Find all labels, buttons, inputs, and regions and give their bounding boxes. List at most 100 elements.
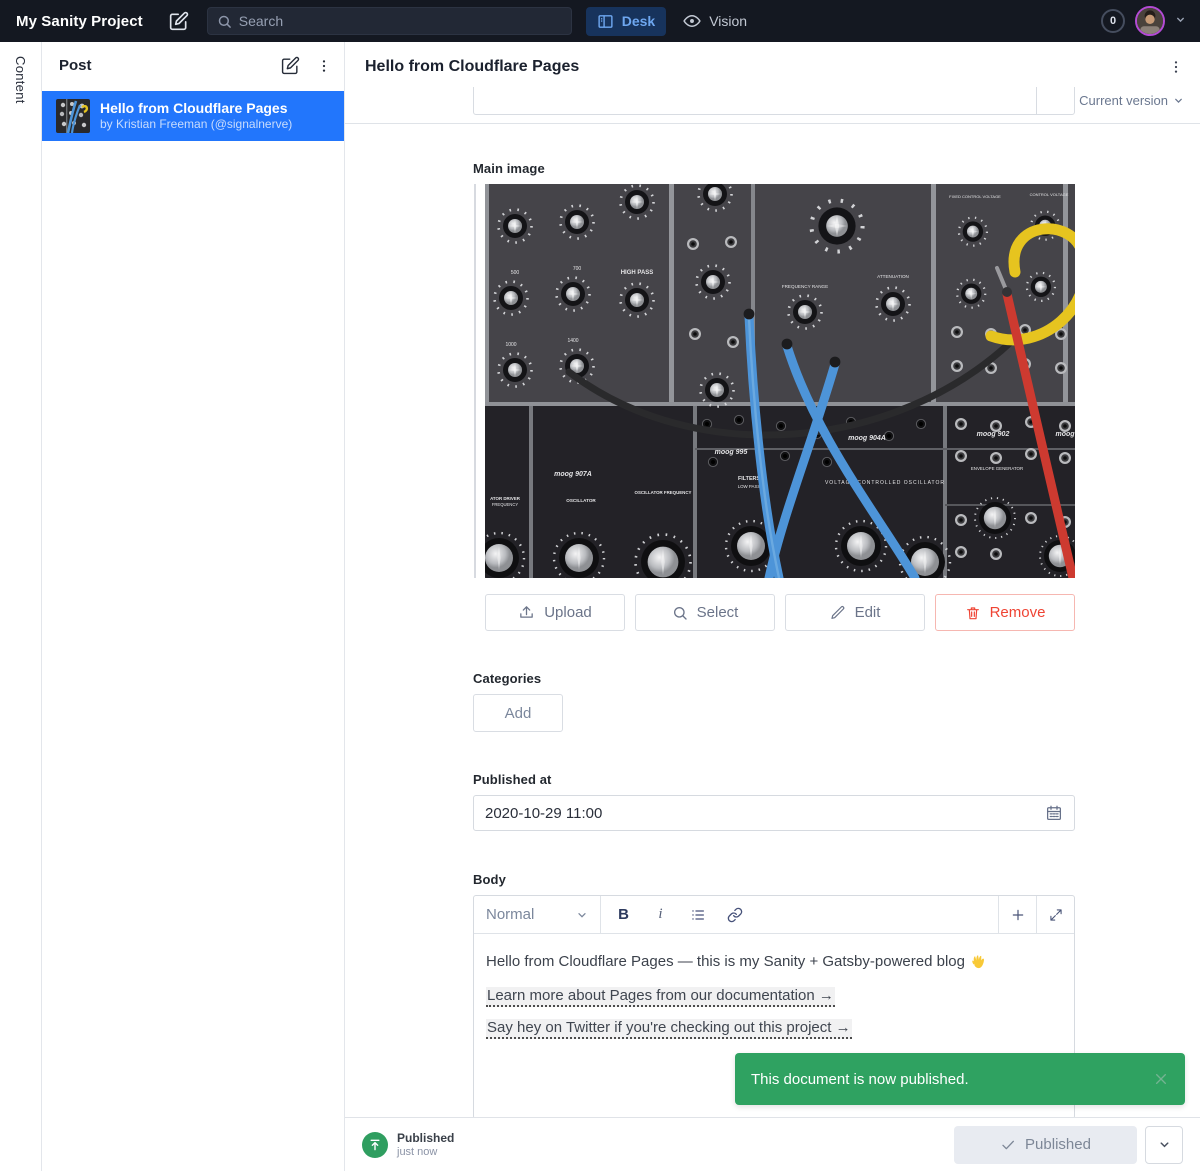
svg-text:moog 904A: moog 904A (848, 435, 886, 442)
svg-text:700: 700 (573, 266, 582, 272)
document-title: Hello from Cloudflare Pages (365, 58, 579, 76)
tool-rail: Content (0, 42, 42, 1171)
bullet-list-button[interactable] (681, 900, 714, 930)
svg-text:FREQUENCY RANGE: FREQUENCY RANGE (782, 284, 828, 289)
document-header: Hello from Cloudflare Pages Current vers… (345, 42, 1200, 124)
tab-desk[interactable]: Desk (586, 7, 666, 36)
post-item-title: Hello from Cloudflare Pages (100, 100, 292, 117)
trash-icon (965, 605, 981, 621)
svg-text:FREQUENCY: FREQUENCY (492, 502, 518, 507)
user-avatar[interactable] (1135, 6, 1165, 36)
publish-menu-chevron-button[interactable] (1145, 1126, 1183, 1164)
document-footer: Published just now Published (345, 1117, 1200, 1171)
search-icon (672, 605, 688, 621)
svg-text:FIXED CONTROL VOLTAGE: FIXED CONTROL VOLTAGE (949, 194, 1001, 199)
publish-status-icon (362, 1132, 388, 1158)
list-pane-title: Post (59, 57, 92, 74)
svg-text:1400: 1400 (567, 338, 578, 344)
body-link-twitter[interactable]: Say hey on Twitter if you're checking ou… (486, 1019, 852, 1039)
published-at-input[interactable] (485, 805, 1045, 822)
link-button[interactable] (718, 900, 751, 930)
check-icon (1000, 1137, 1016, 1153)
publish-time-text: just now (397, 1146, 454, 1158)
svg-text:ATTENUATION: ATTENUATION (877, 274, 909, 279)
svg-text:moog: moog (1055, 431, 1075, 438)
svg-text:moog 902: moog 902 (977, 431, 1010, 438)
add-category-button[interactable]: Add (473, 694, 563, 732)
search-input[interactable] (239, 13, 562, 29)
body-label: Body (473, 872, 1075, 887)
post-thumbnail (56, 99, 90, 133)
italic-button[interactable]: i (644, 900, 677, 930)
user-menu-chevron-icon[interactable] (1175, 12, 1186, 30)
expand-editor-button[interactable] (1036, 896, 1074, 933)
field-categories: Categories Add (473, 671, 1075, 732)
calendar-icon[interactable] (1045, 804, 1063, 822)
desk-icon (597, 13, 614, 30)
post-item-subtitle: by Kristian Freeman (@signalnerve) (100, 117, 292, 132)
rail-item-content[interactable]: Content (13, 56, 28, 1171)
slug-generate-button[interactable] (1036, 87, 1074, 114)
waving-hand-emoji (970, 953, 987, 970)
tab-vision[interactable]: Vision (672, 6, 758, 36)
svg-text:moog 995: moog 995 (715, 449, 748, 456)
upload-button[interactable]: Upload (485, 594, 625, 631)
svg-text:LOW PASS: LOW PASS (738, 484, 761, 489)
chevron-down-icon (576, 909, 588, 921)
svg-text:VOLTAGE CONTROLLED OSCILLATOR: VOLTAGE CONTROLLED OSCILLATOR (825, 480, 945, 486)
editor-toolbar: Normal B i (474, 896, 1074, 934)
chevron-down-icon (1158, 1138, 1171, 1151)
edit-button[interactable]: Edit (785, 594, 925, 631)
top-navbar: My Sanity Project Desk Vision 0 (0, 0, 1200, 42)
svg-text:CONTROL VOLTAGE: CONTROL VOLTAGE (1030, 192, 1069, 197)
upload-icon (518, 604, 535, 621)
notifications-badge[interactable]: 0 (1101, 9, 1125, 33)
image-actions: Upload Select Edit Remove (485, 594, 1075, 631)
list-item-post[interactable]: Hello from Cloudflare Pages by Kristian … (42, 91, 344, 141)
search-icon (217, 14, 232, 29)
select-button[interactable]: Select (635, 594, 775, 631)
document-form: Main image (345, 124, 1200, 1117)
main-image-label: Main image (473, 161, 1075, 176)
eye-icon (683, 12, 701, 30)
field-main-image: Main image (473, 161, 1075, 631)
project-title: My Sanity Project (16, 13, 143, 30)
version-selector[interactable]: Current version (1079, 93, 1184, 108)
document-list-pane: Post Hello from Cloudflare Pages by Kris… (42, 42, 345, 1171)
slug-field-partial[interactable] (473, 87, 1075, 115)
insert-block-plus-button[interactable] (998, 896, 1036, 933)
text-style-select[interactable]: Normal (474, 896, 601, 933)
toast-close-icon[interactable] (1153, 1071, 1169, 1087)
body-paragraph: Hello from Cloudflare Pages — this is my… (486, 951, 1062, 972)
toast-message: This document is now published. (751, 1071, 969, 1088)
svg-text:moog 907A: moog 907A (554, 471, 592, 478)
list-menu-ellipsis-icon[interactable] (316, 58, 332, 74)
remove-button[interactable]: Remove (935, 594, 1075, 631)
document-subheader: Current version (345, 87, 1200, 123)
svg-text:HIGH PASS: HIGH PASS (621, 270, 654, 276)
bold-button[interactable]: B (607, 900, 640, 930)
synthesizer-photo: HIGH PASS 500 700 1000 1400 FREQUENCY RANGE… (485, 184, 1075, 578)
svg-text:500: 500 (511, 270, 520, 276)
compose-icon[interactable] (169, 11, 189, 31)
document-editor-pane: Hello from Cloudflare Pages Current vers… (345, 42, 1200, 1171)
pencil-icon (830, 605, 846, 621)
main-image-preview[interactable]: HIGH PASS 500 700 1000 1400 FREQUENCY RANGE… (485, 184, 1075, 578)
publish-success-toast: This document is now published. (735, 1053, 1185, 1105)
published-at-label: Published at (473, 772, 1075, 787)
svg-text:OSCILLATOR: OSCILLATOR (566, 498, 596, 503)
field-published-at: Published at (473, 772, 1075, 831)
document-menu-ellipsis-icon[interactable] (1168, 59, 1184, 75)
body-link-documentation[interactable]: Learn more about Pages from our document… (486, 987, 835, 1007)
publish-status-text: Published (397, 1131, 454, 1145)
chevron-down-icon (1173, 95, 1184, 106)
svg-text:FILTERS: FILTERS (738, 476, 760, 482)
svg-text:ENVELOPE GENERATOR: ENVELOPE GENERATOR (971, 466, 1023, 471)
svg-text:1000: 1000 (505, 342, 516, 348)
search-bar[interactable] (207, 7, 572, 35)
svg-text:ATOR DRIVER: ATOR DRIVER (490, 496, 521, 501)
categories-label: Categories (473, 671, 1075, 686)
publish-button[interactable]: Published (954, 1126, 1137, 1164)
svg-text:OSCILLATOR FREQUENCY: OSCILLATOR FREQUENCY (635, 490, 692, 495)
new-document-icon[interactable] (281, 56, 300, 75)
